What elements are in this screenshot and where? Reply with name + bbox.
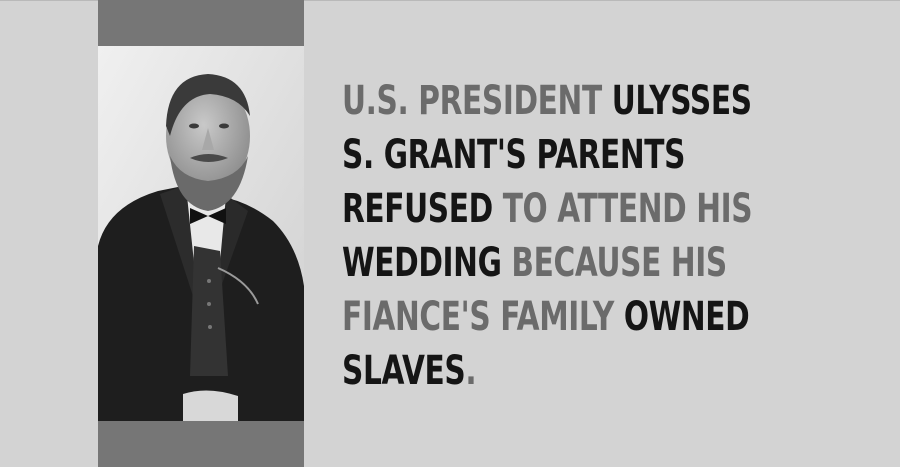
fact-line: S. GRANT'S PARENTS bbox=[342, 128, 742, 182]
fact-line: SLAVES. bbox=[342, 344, 742, 398]
fact-segment: . bbox=[465, 348, 477, 394]
fact-segment: WEDDING bbox=[342, 240, 512, 286]
fact-segment: TO ATTEND HIS bbox=[502, 186, 753, 232]
fact-text: U.S. PRESIDENT ULYSSES S. GRANT'S PARENT… bbox=[342, 74, 753, 398]
portrait-photo bbox=[98, 46, 304, 421]
fact-line: U.S. PRESIDENT ULYSSES bbox=[342, 74, 752, 128]
fact-segment: SLAVES bbox=[342, 348, 466, 394]
fact-line: WEDDING BECAUSE HIS bbox=[342, 236, 742, 290]
fact-segment: REFUSED bbox=[342, 186, 503, 232]
fact-line: REFUSED TO ATTEND HIS bbox=[342, 182, 753, 236]
fact-segment: OWNED bbox=[623, 294, 750, 340]
fact-segment: S. GRANT'S PARENTS bbox=[342, 132, 686, 178]
fact-segment: FIANCE'S FAMILY bbox=[342, 294, 624, 340]
fact-line: FIANCE'S FAMILY OWNED bbox=[342, 290, 750, 344]
fact-segment: ULYSSES bbox=[611, 78, 752, 124]
fact-segment: BECAUSE HIS bbox=[511, 240, 727, 286]
fact-segment: U.S. PRESIDENT bbox=[342, 78, 612, 124]
